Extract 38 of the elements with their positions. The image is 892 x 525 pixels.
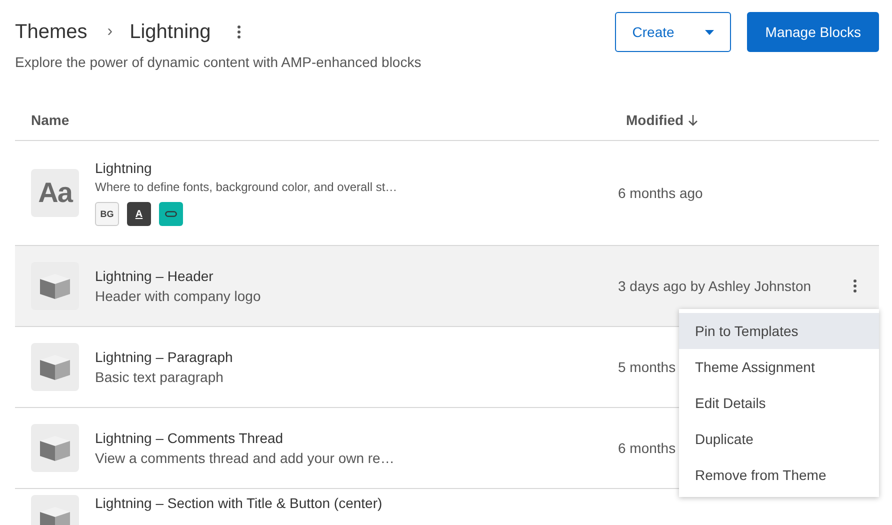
cube-icon [39,353,71,381]
create-button[interactable]: Create [615,12,732,52]
breadcrumb-link[interactable]: Themes [15,20,88,44]
row-description: View a comments thread and add your own re… [95,450,396,466]
page-title: Lightning [130,20,211,44]
breadcrumb-separator: › [107,23,113,41]
caret-icon [705,30,714,34]
more-icon [853,279,857,293]
cube-icon [39,434,71,462]
menu-item[interactable]: Theme Assignment [679,349,879,385]
manage-blocks-button[interactable]: Manage Blocks [747,12,879,52]
cube-icon [39,272,71,300]
row-title: Lightning – Header [95,268,214,284]
background-badge: BG [95,202,119,226]
row-description: Basic text paragraph [95,369,224,385]
menu-item[interactable]: Edit Details [679,385,879,421]
column-header[interactable]: Name [31,112,626,128]
cube-icon [39,505,71,525]
modified-time: 3 days ago by Ashley Johnston [618,278,812,294]
menu-item[interactable]: Duplicate [679,421,879,457]
menu-item[interactable]: Remove from Theme [679,457,879,493]
menu-item[interactable]: Pin to Templates [679,313,879,349]
row-title: Lightning – Section with Title & Button (center) [95,495,384,511]
thumbnail: Aa [31,169,79,217]
page-subtitle: Explore the power of dynamic content with AMP-enhanced blocks [15,54,422,70]
modified-time: 6 months ago [618,185,703,201]
sort-arrow-icon [688,114,698,126]
column-header[interactable]: Modified [626,112,879,128]
row-description: Where to define fonts, background color, and overall st… [95,180,398,194]
modified-time: 5 months [618,359,676,375]
modified-time: 6 months [618,440,676,456]
more-icon [236,25,241,39]
row-title: Lightning [95,160,153,176]
row-title: Lightning – Paragraph [95,349,234,365]
row-description: Header with company logo [95,288,262,304]
font-color-badge: A [127,202,151,226]
row-title: Lightning – Comments Thread [95,430,284,446]
link-icon [165,211,177,217]
